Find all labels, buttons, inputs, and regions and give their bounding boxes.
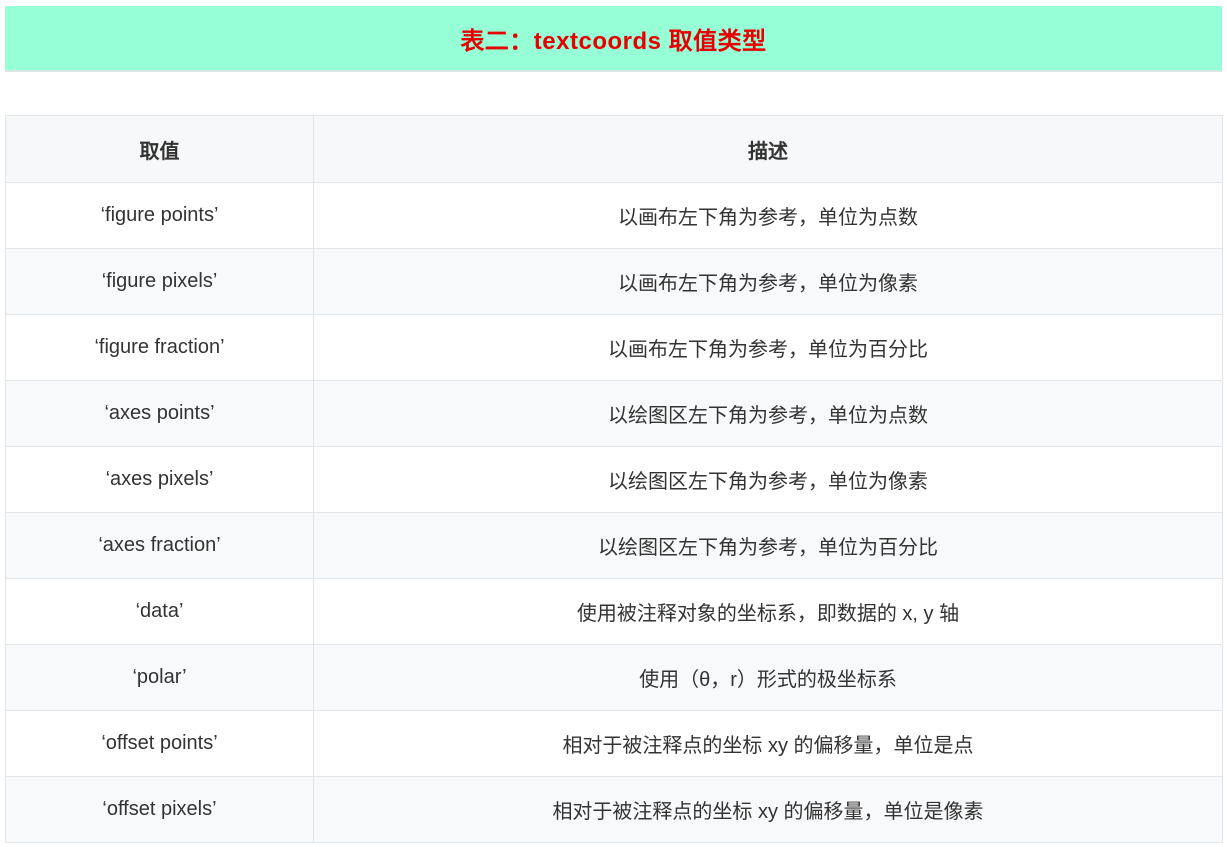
description-cell: 以画布左下角为参考，单位为像素 bbox=[313, 248, 1223, 315]
column-header-value: 取值 bbox=[5, 115, 314, 183]
table-row: ‘data’ 使用被注释对象的坐标系，即数据的 x, y 轴 bbox=[5, 578, 1223, 645]
description-cell: 以绘图区左下角为参考，单位为点数 bbox=[313, 380, 1223, 447]
value-cell: ‘figure pixels’ bbox=[5, 248, 314, 315]
title-banner: 表二：textcoords 取值类型 bbox=[5, 6, 1222, 72]
value-cell: ‘axes points’ bbox=[5, 380, 314, 447]
table-row: ‘figure pixels’ 以画布左下角为参考，单位为像素 bbox=[5, 248, 1223, 315]
description-cell: 相对于被注释点的坐标 xy 的偏移量，单位是点 bbox=[313, 710, 1223, 777]
page-title: 表二：textcoords 取值类型 bbox=[460, 27, 767, 55]
value-cell: ‘figure points’ bbox=[5, 182, 314, 249]
value-cell: ‘figure fraction’ bbox=[5, 314, 314, 381]
description-cell: 使用被注释对象的坐标系，即数据的 x, y 轴 bbox=[313, 578, 1223, 645]
table-row: ‘axes pixels’ 以绘图区左下角为参考，单位为像素 bbox=[5, 446, 1223, 513]
table-row: ‘figure fraction’ 以画布左下角为参考，单位为百分比 bbox=[5, 314, 1223, 381]
description-cell: 以绘图区左下角为参考，单位为百分比 bbox=[313, 512, 1223, 579]
textcoords-table: 取值 描述 ‘figure points’ 以画布左下角为参考，单位为点数 ‘f… bbox=[5, 115, 1223, 843]
table-row: ‘axes points’ 以绘图区左下角为参考，单位为点数 bbox=[5, 380, 1223, 447]
value-cell: ‘offset pixels’ bbox=[5, 776, 314, 843]
table-row: ‘axes fraction’ 以绘图区左下角为参考，单位为百分比 bbox=[5, 512, 1223, 579]
table-row: ‘figure points’ 以画布左下角为参考，单位为点数 bbox=[5, 182, 1223, 249]
value-cell: ‘axes pixels’ bbox=[5, 446, 314, 513]
table-header-row: 取值 描述 bbox=[5, 115, 1223, 183]
description-cell: 相对于被注释点的坐标 xy 的偏移量，单位是像素 bbox=[313, 776, 1223, 843]
table-row: ‘polar’ 使用（θ，r）形式的极坐标系 bbox=[5, 644, 1223, 711]
description-cell: 以画布左下角为参考，单位为点数 bbox=[313, 182, 1223, 249]
value-cell: ‘polar’ bbox=[5, 644, 314, 711]
value-cell: ‘data’ bbox=[5, 578, 314, 645]
description-cell: 使用（θ，r）形式的极坐标系 bbox=[313, 644, 1223, 711]
table-row: ‘offset pixels’ 相对于被注释点的坐标 xy 的偏移量，单位是像素 bbox=[5, 776, 1223, 843]
table-row: ‘offset points’ 相对于被注释点的坐标 xy 的偏移量，单位是点 bbox=[5, 710, 1223, 777]
description-cell: 以画布左下角为参考，单位为百分比 bbox=[313, 314, 1223, 381]
value-cell: ‘axes fraction’ bbox=[5, 512, 314, 579]
description-cell: 以绘图区左下角为参考，单位为像素 bbox=[313, 446, 1223, 513]
value-cell: ‘offset points’ bbox=[5, 710, 314, 777]
column-header-description: 描述 bbox=[313, 115, 1223, 183]
